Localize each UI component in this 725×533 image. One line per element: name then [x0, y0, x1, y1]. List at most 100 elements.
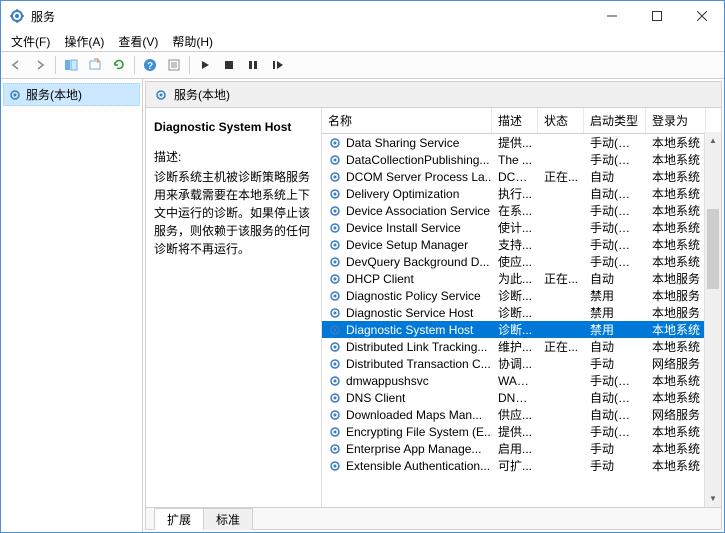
- service-name-cell: Extensible Authentication...: [322, 459, 492, 473]
- service-logon-cell: 本地系统: [646, 134, 706, 151]
- menu-view[interactable]: 查看(V): [112, 32, 164, 51]
- service-row[interactable]: Enterprise App Manage...启用...手动本地系统: [322, 440, 721, 457]
- menu-help[interactable]: 帮助(H): [166, 32, 219, 51]
- service-logon-cell: 本地系统: [646, 321, 706, 338]
- service-logon-cell: 本地系统: [646, 236, 706, 253]
- forward-button[interactable]: [29, 54, 51, 76]
- description-text: 诊断系统主机被诊断策略服务用来承载需要在本地系统上下文中运行的诊断。如果停止该服…: [154, 168, 313, 258]
- gear-icon: [328, 340, 342, 354]
- vertical-scrollbar[interactable]: ▲ ▼: [704, 132, 721, 507]
- service-row[interactable]: dmwappushsvcWAP...手动(触发...本地系统: [322, 372, 721, 389]
- refresh-button[interactable]: [108, 54, 130, 76]
- maximize-button[interactable]: [634, 1, 679, 31]
- col-status[interactable]: 状态: [538, 108, 584, 133]
- service-logon-cell: 网络服务: [646, 406, 706, 423]
- service-desc-cell: 供应...: [492, 406, 538, 423]
- service-row[interactable]: DevQuery Background D...使应...手动(触发...本地系…: [322, 253, 721, 270]
- restart-service-button[interactable]: [266, 54, 288, 76]
- col-startup[interactable]: 启动类型: [584, 108, 646, 133]
- service-logon-cell: 本地服务: [646, 304, 706, 321]
- service-logon-cell: 本地系统: [646, 457, 706, 474]
- service-row[interactable]: Distributed Transaction C...协调...手动网络服务: [322, 355, 721, 372]
- service-row[interactable]: Delivery Optimization执行...自动(延迟...本地系统: [322, 185, 721, 202]
- gear-icon: [328, 459, 342, 473]
- minimize-button[interactable]: [589, 1, 634, 31]
- service-status-cell: 正在...: [538, 338, 584, 355]
- gear-icon: [328, 374, 342, 388]
- gear-icon: [328, 306, 342, 320]
- service-row[interactable]: Diagnostic Policy Service诊断...禁用本地服务: [322, 287, 721, 304]
- description-label: 描述:: [154, 148, 313, 166]
- service-row[interactable]: DNS ClientDNS...自动(触发...本地系统: [322, 389, 721, 406]
- service-name: Device Association Service: [346, 204, 490, 218]
- export-button[interactable]: [84, 54, 106, 76]
- service-row[interactable]: Device Install Service使计...手动(触发...本地系统: [322, 219, 721, 236]
- service-row[interactable]: Distributed Link Tracking...维护...正在...自动…: [322, 338, 721, 355]
- col-name[interactable]: 名称: [322, 108, 492, 133]
- pause-service-button[interactable]: [242, 54, 264, 76]
- tree-root-services[interactable]: 服务(本地): [3, 83, 140, 106]
- show-hide-tree-button[interactable]: [60, 54, 82, 76]
- gear-icon: [328, 272, 342, 286]
- service-desc-cell: 诊断...: [492, 287, 538, 304]
- list-rows: Data Sharing Service提供...手动(触发...本地系统Dat…: [322, 134, 721, 507]
- service-name: Diagnostic Policy Service: [346, 289, 481, 303]
- scroll-up-arrow[interactable]: ▲: [705, 132, 721, 149]
- col-logon[interactable]: 登录为: [646, 108, 706, 133]
- service-startup-cell: 禁用: [584, 304, 646, 321]
- service-name: Downloaded Maps Man...: [346, 408, 482, 422]
- service-name-cell: Diagnostic System Host: [322, 323, 492, 337]
- service-row[interactable]: Extensible Authentication...可扩...手动本地系统: [322, 457, 721, 474]
- service-startup-cell: 手动: [584, 440, 646, 457]
- service-name: Diagnostic Service Host: [346, 306, 473, 320]
- service-row[interactable]: Device Association Service在系...手动(触发...本…: [322, 202, 721, 219]
- service-name-cell: DCOM Server Process La...: [322, 170, 492, 184]
- service-logon-cell: 本地服务: [646, 270, 706, 287]
- services-window: 服务 文件(F) 操作(A) 查看(V) 帮助(H) ? 服务(本地): [0, 0, 725, 533]
- service-row[interactable]: Diagnostic Service Host诊断...禁用本地服务: [322, 304, 721, 321]
- window-title: 服务: [31, 8, 589, 25]
- service-logon-cell: 本地系统: [646, 253, 706, 270]
- gear-icon: [328, 289, 342, 303]
- help-button[interactable]: ?: [139, 54, 161, 76]
- start-service-button[interactable]: [194, 54, 216, 76]
- tabs: 扩展 标准: [146, 507, 721, 529]
- back-button[interactable]: [5, 54, 27, 76]
- service-row[interactable]: Downloaded Maps Man... 供应... 自动(延迟...网络服务: [322, 406, 721, 423]
- service-startup-cell: 手动(触发...: [584, 219, 646, 236]
- col-desc[interactable]: 描述: [492, 108, 538, 133]
- stop-service-button[interactable]: [218, 54, 240, 76]
- service-logon-cell: 本地系统: [646, 185, 706, 202]
- service-startup-cell: 自动(延迟...: [584, 406, 646, 423]
- scroll-track[interactable]: [705, 149, 721, 490]
- service-name-cell: Downloaded Maps Man...: [322, 408, 492, 422]
- service-startup-cell: 手动(触发...: [584, 253, 646, 270]
- service-startup-cell: 手动(触发...: [584, 423, 646, 440]
- gear-icon: [328, 408, 342, 422]
- service-row[interactable]: Encrypting File System (E...提供...手动(触发..…: [322, 423, 721, 440]
- tab-extended[interactable]: 扩展: [154, 508, 204, 530]
- service-row[interactable]: DCOM Server Process La...DCO...正在...自动本地…: [322, 168, 721, 185]
- service-startup-cell: 自动: [584, 270, 646, 287]
- gear-icon: [154, 88, 168, 102]
- gear-icon: [328, 357, 342, 371]
- menu-action[interactable]: 操作(A): [58, 32, 110, 51]
- service-row[interactable]: Data Sharing Service提供...手动(触发...本地系统: [322, 134, 721, 151]
- service-row[interactable]: DHCP Client为此...正在...自动本地服务: [322, 270, 721, 287]
- properties-button[interactable]: [163, 54, 185, 76]
- service-name-cell: DHCP Client: [322, 272, 492, 286]
- service-startup-cell: 手动(触发...: [584, 151, 646, 168]
- service-name-cell: Device Install Service: [322, 221, 492, 235]
- close-button[interactable]: [679, 1, 724, 31]
- service-name-cell: Encrypting File System (E...: [322, 425, 492, 439]
- service-row[interactable]: DataCollectionPublishing...The ...手动(触发.…: [322, 151, 721, 168]
- service-row[interactable]: Device Setup Manager支持...手动(触发...本地系统: [322, 236, 721, 253]
- tab-standard[interactable]: 标准: [203, 508, 253, 530]
- service-list: 名称 描述 状态 启动类型 登录为 Data Sharing Service提供…: [322, 108, 721, 507]
- scroll-thumb[interactable]: [707, 209, 719, 289]
- right-pane: 服务(本地) Diagnostic System Host 描述: 诊断系统主机…: [145, 81, 722, 530]
- service-row[interactable]: Diagnostic System Host诊断...禁用本地系统: [322, 321, 721, 338]
- menu-file[interactable]: 文件(F): [5, 32, 56, 51]
- scroll-down-arrow[interactable]: ▼: [705, 490, 721, 507]
- service-name: DHCP Client: [346, 272, 414, 286]
